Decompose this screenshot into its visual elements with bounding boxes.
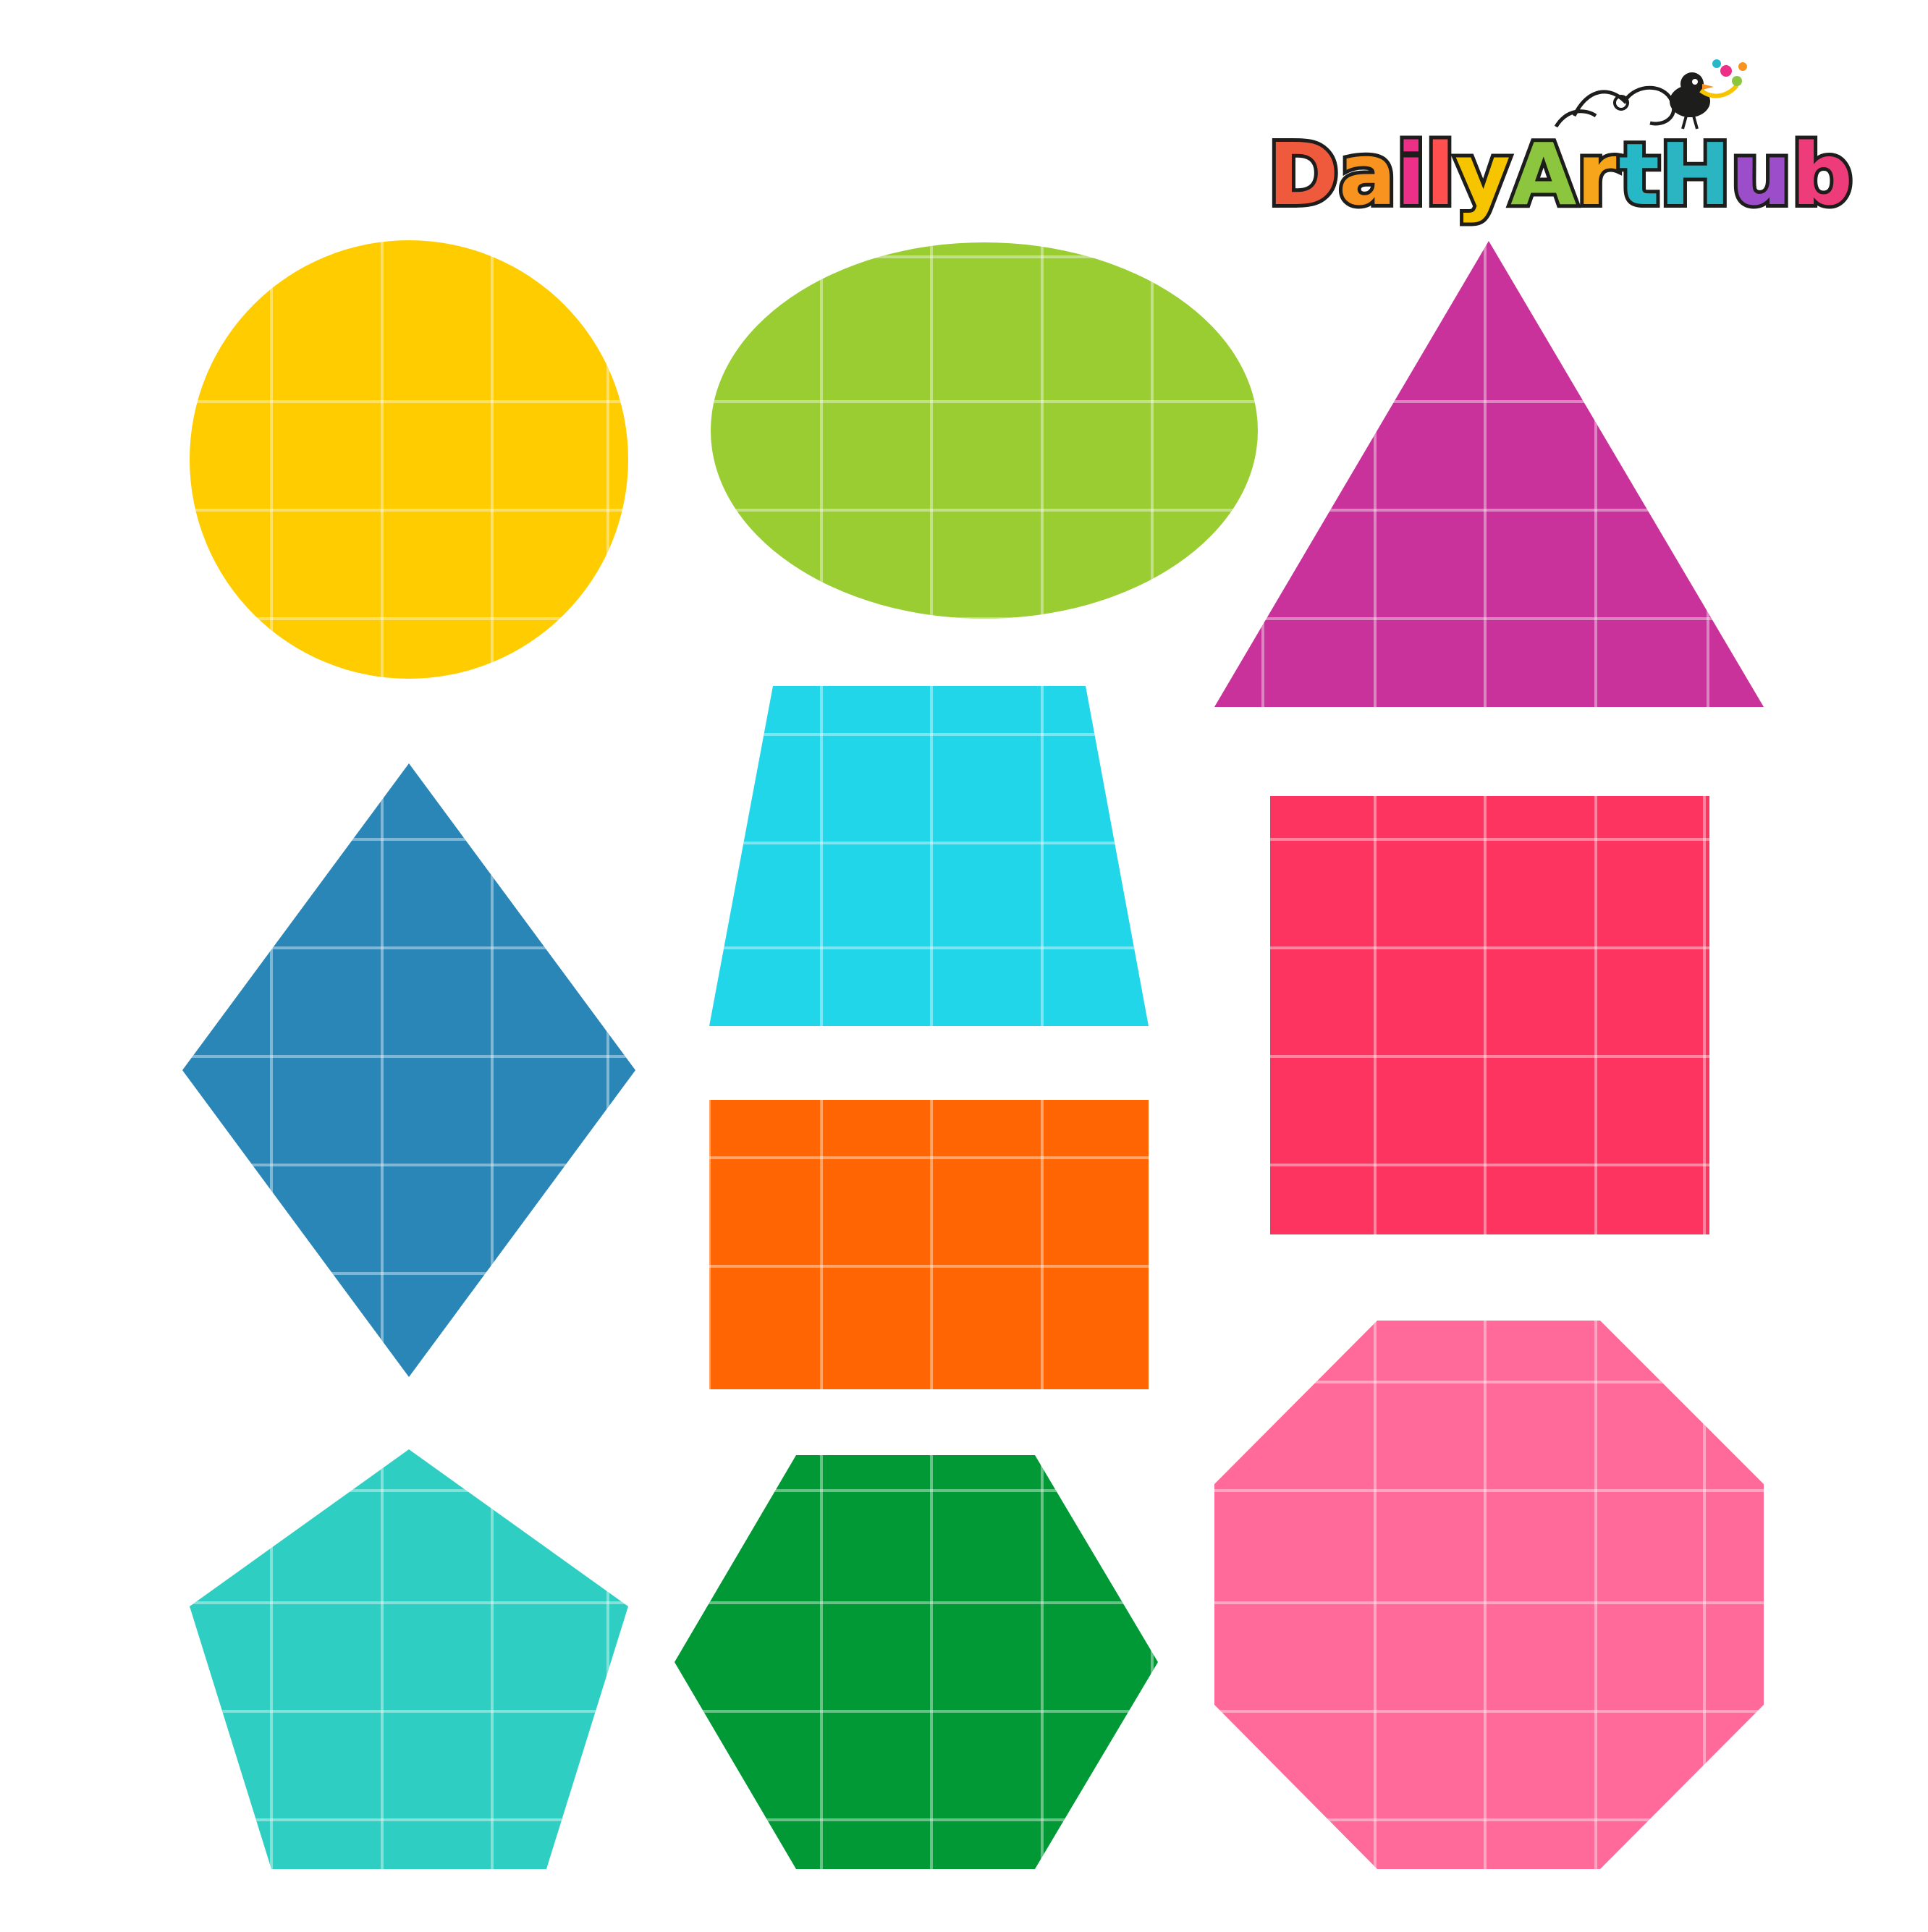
logo-letter: l xyxy=(1426,124,1455,224)
logo-text: DailyArtHub xyxy=(1268,124,1853,224)
bird-icon xyxy=(1554,59,1747,130)
circle-fill xyxy=(190,240,628,679)
logo-letter: i xyxy=(1396,124,1425,224)
trapezoid-fill xyxy=(709,686,1149,1026)
rectangle-fill xyxy=(709,1100,1149,1389)
rhombus-fill xyxy=(182,763,635,1377)
square-fill xyxy=(1270,796,1709,1234)
pentagon-fill xyxy=(190,1449,628,1869)
logo-letter: y xyxy=(1455,124,1510,224)
logo-letter: H xyxy=(1659,124,1731,224)
logo-letter: t xyxy=(1619,124,1659,224)
logo-letter: b xyxy=(1792,124,1853,224)
hexagon-fill xyxy=(675,1455,1158,1869)
logo-letter: D xyxy=(1268,124,1339,224)
daily-art-hub-logo: DailyArtHub xyxy=(1264,59,1856,228)
logo-letter: A xyxy=(1510,124,1576,224)
logo-letter: r xyxy=(1576,124,1618,224)
octagon-fill xyxy=(1214,1321,1764,1869)
oval-fill xyxy=(711,242,1258,619)
shapes-canvas: DailyArtHub xyxy=(182,59,1856,1869)
logo-letter: u xyxy=(1731,124,1792,224)
triangle-fill xyxy=(1214,241,1764,707)
logo-letter: a xyxy=(1339,124,1397,224)
